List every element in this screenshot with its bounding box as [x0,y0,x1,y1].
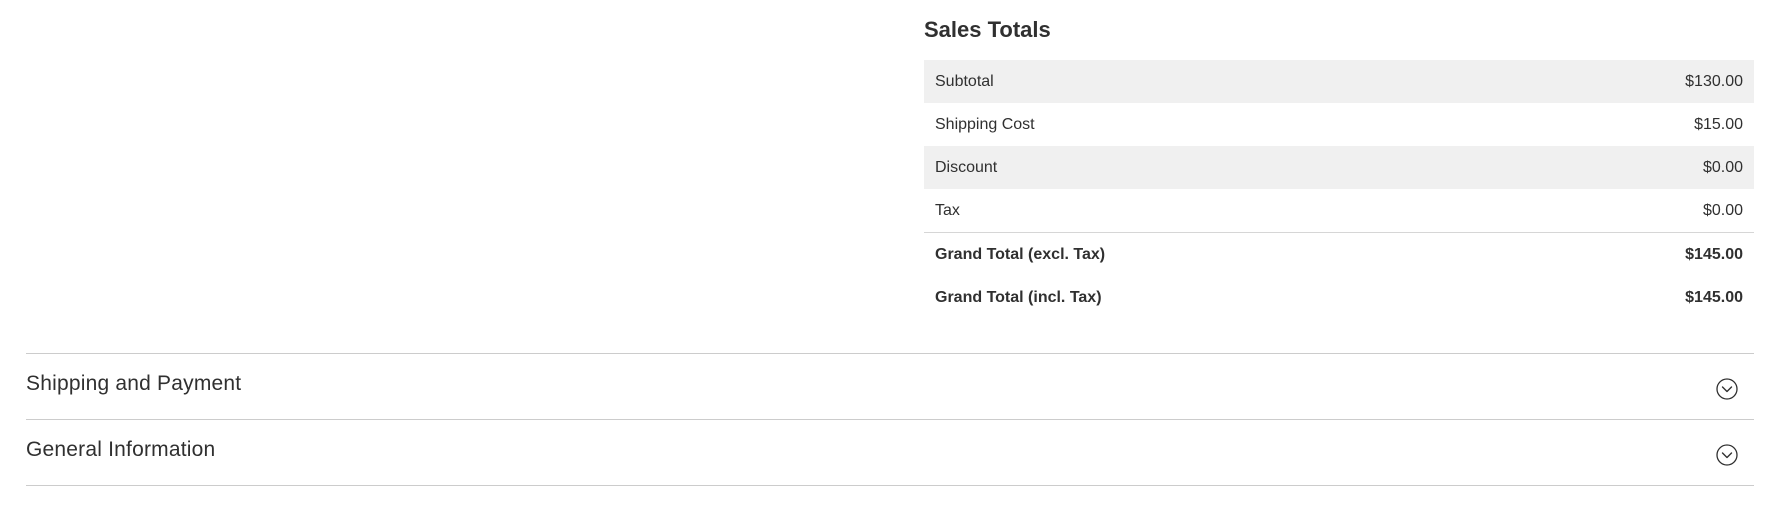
chevron-down-circle-icon[interactable] [1716,444,1738,466]
totals-row-amount: $0.00 [1510,146,1754,189]
totals-row-tax: Tax $0.00 [924,189,1754,233]
section-general-information[interactable]: General Information [26,419,1754,486]
totals-row-amount: $0.00 [1702,201,1743,219]
sales-totals-table: Subtotal $130.00 Shipping Cost $15.00 Di… [924,60,1754,319]
collapsible-sections: Shipping and Payment General Information [26,353,1754,486]
totals-row-subtotal: Subtotal $130.00 [924,60,1754,103]
grand-total-amount: $145.00 [1510,232,1754,276]
totals-row-label: Shipping Cost [935,115,1035,133]
section-title[interactable]: Shipping and Payment [26,372,241,396]
totals-row-amount: $15.00 [1694,115,1743,133]
totals-row-discount: Discount $0.00 [924,146,1754,189]
totals-row-label: Subtotal [924,60,1511,103]
section-title[interactable]: General Information [26,438,215,462]
grand-total-label: Grand Total (incl. Tax) [935,288,1102,306]
totals-row-amount: $130.00 [1510,60,1754,103]
sales-totals-panel: Sales Totals Subtotal $130.00 Shipping C… [924,0,1754,319]
totals-row-label: Discount [924,146,1511,189]
sales-totals-title: Sales Totals [924,17,1051,42]
grand-total-amount: $145.00 [1685,288,1743,306]
totals-row-shipping-cost: Shipping Cost $15.00 [924,103,1754,146]
totals-row-label: Tax [935,201,960,219]
grand-total-label: Grand Total (excl. Tax) [924,232,1511,276]
section-shipping-and-payment[interactable]: Shipping and Payment [26,353,1754,419]
chevron-down-circle-icon[interactable] [1716,378,1738,400]
grand-total-incl-tax-row: Grand Total (incl. Tax) $145.00 [924,276,1754,319]
grand-total-excl-tax-row: Grand Total (excl. Tax) $145.00 [924,232,1754,276]
